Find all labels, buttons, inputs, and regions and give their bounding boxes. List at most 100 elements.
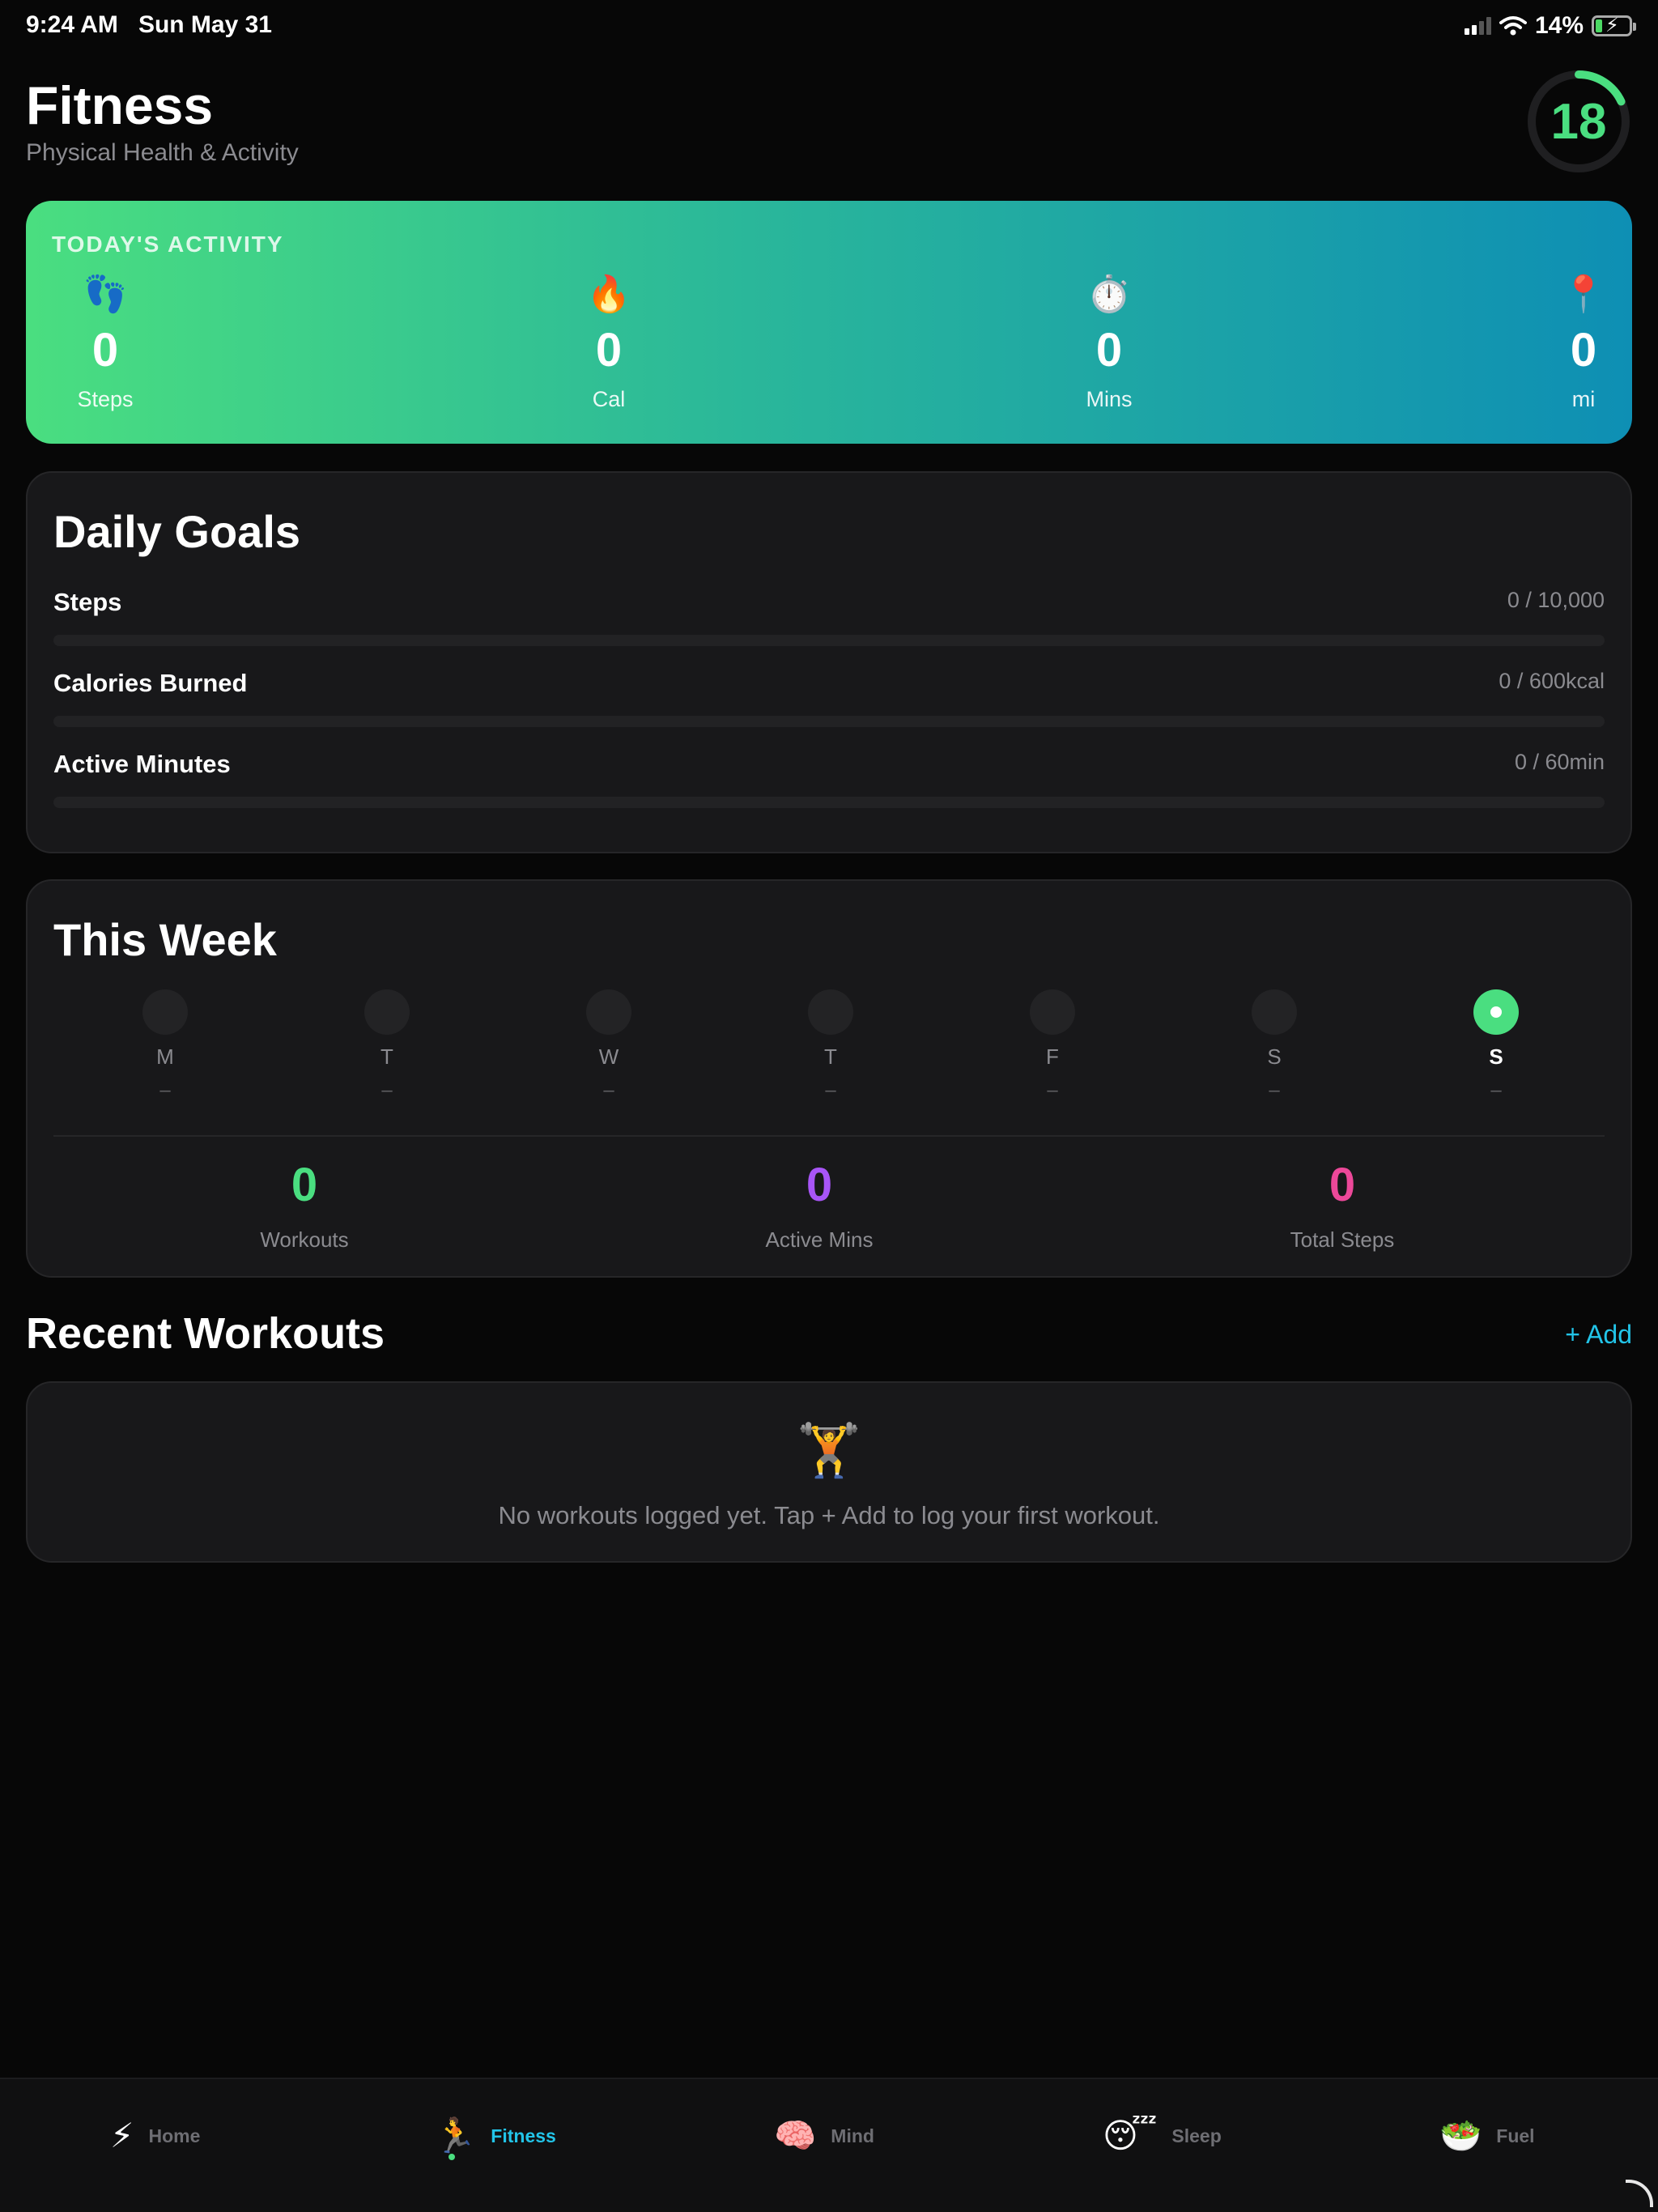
tab-home[interactable]: ⚡ Home: [110, 2112, 200, 2160]
stopwatch-icon: ⏱️: [1086, 274, 1132, 314]
lightning-icon: ⚡: [110, 2116, 134, 2155]
day-saturday[interactable]: S –: [1242, 989, 1307, 1102]
day-indicator: [364, 989, 410, 1035]
day-indicator: [808, 989, 853, 1035]
empty-state-text: No workouts logged yet. Tap + Add to log…: [498, 1501, 1160, 1529]
day-value: –: [825, 1079, 836, 1101]
status-indicators: 14% ⚡: [1464, 11, 1636, 40]
charging-bolt-icon: ⚡: [1605, 15, 1619, 36]
week-stat-label: Total Steps: [1290, 1227, 1395, 1252]
brain-icon: 🧠: [774, 2116, 817, 2155]
day-wednesday[interactable]: W –: [576, 989, 641, 1102]
day-label: S: [1267, 1044, 1282, 1069]
metric-value: 0: [595, 324, 623, 376]
status-clock: 9:24 AM: [26, 11, 118, 38]
battery-icon: ⚡: [1592, 15, 1636, 36]
day-value: –: [1047, 1079, 1058, 1101]
page-subtitle: Physical Health & Activity: [26, 139, 299, 166]
activity-heading: TODAY'S ACTIVITY: [52, 232, 284, 257]
day-value: –: [159, 1079, 171, 1101]
metric-value: 0: [1570, 324, 1597, 376]
day-label: T: [824, 1044, 837, 1069]
map-pin-icon: 📍: [1561, 274, 1606, 314]
cellular-signal-icon: [1464, 17, 1491, 35]
tab-mind[interactable]: 🧠 Mind: [774, 2112, 874, 2160]
footprints-icon: 👣: [83, 274, 128, 314]
week-stat-value: 0: [291, 1159, 318, 1211]
day-monday[interactable]: M –: [133, 989, 198, 1102]
daily-goals-title: Daily Goals: [53, 506, 301, 557]
salad-icon: 🥗: [1439, 2116, 1482, 2155]
active-tab-indicator: [449, 2154, 455, 2160]
tab-fitness[interactable]: 🏃 Fitness: [434, 2112, 556, 2160]
day-value: –: [603, 1079, 614, 1101]
daily-goals-card: Daily Goals Steps 0 / 10,000 Calories Bu…: [26, 471, 1632, 853]
day-indicator: [142, 989, 188, 1035]
metric-minutes: ⏱️ 0 Mins: [1044, 272, 1174, 412]
runner-icon: 🏃: [434, 2116, 477, 2155]
metric-distance: 📍 0 mi: [1519, 272, 1648, 412]
week-stat-total-steps: 0 Total Steps: [1180, 1156, 1504, 1253]
metric-steps: 👣 0 Steps: [40, 272, 170, 412]
day-friday[interactable]: F –: [1020, 989, 1085, 1102]
goal-value-active-minutes: 0 / 60min: [1514, 750, 1605, 774]
tab-sleep[interactable]: 😴 Sleep: [1103, 2112, 1222, 2160]
fitness-score-value: 18: [1550, 93, 1607, 150]
todays-activity-card: TODAY'S ACTIVITY 👣 0 Steps 🔥 0 Cal ⏱️ 0 …: [26, 201, 1632, 444]
tab-fuel[interactable]: 🥗 Fuel: [1439, 2112, 1535, 2160]
day-label: F: [1046, 1044, 1059, 1069]
status-date: Sun May 31: [138, 11, 272, 38]
goal-progress-bar-steps: [53, 635, 1605, 646]
day-thursday[interactable]: T –: [798, 989, 863, 1102]
wifi-icon: [1499, 16, 1527, 36]
tab-label: Fuel: [1496, 2125, 1535, 2146]
this-week-title: This Week: [53, 914, 277, 965]
day-indicator: [1030, 989, 1075, 1035]
goal-progress-bar-calories: [53, 716, 1605, 727]
tab-label: Mind: [831, 2125, 874, 2146]
week-divider: [53, 1135, 1605, 1137]
metric-label: Cal: [592, 387, 626, 411]
goal-label-calories: Calories Burned: [53, 669, 248, 697]
day-value: –: [381, 1079, 393, 1101]
goal-label-active-minutes: Active Minutes: [53, 750, 231, 778]
week-stat-workouts: 0 Workouts: [142, 1156, 466, 1253]
week-stat-value: 0: [806, 1159, 833, 1211]
tab-label: Fitness: [491, 2125, 556, 2146]
day-indicator-today: [1473, 989, 1519, 1035]
goal-value-calories: 0 / 600kcal: [1499, 669, 1605, 693]
day-indicator: [1252, 989, 1297, 1035]
this-week-card: This Week M – T – W – T – F – S – S – 0 …: [26, 879, 1632, 1278]
day-indicator: [586, 989, 631, 1035]
metric-calories: 🔥 0 Cal: [544, 272, 674, 412]
metric-label: Mins: [1086, 387, 1133, 411]
fitness-score-ring[interactable]: 18: [1525, 68, 1632, 175]
day-value: –: [1490, 1079, 1502, 1101]
status-time: 9:24 AM Sun May 31: [26, 11, 272, 39]
metric-value: 0: [91, 324, 119, 376]
status-bar: 9:24 AM Sun May 31 14% ⚡: [0, 0, 1658, 52]
tab-bar: ⚡ Home 🏃 Fitness 🧠 Mind 😴 Sleep 🥗 Fuel: [0, 2078, 1658, 2212]
metric-label: Steps: [77, 387, 134, 411]
page-title: Fitness: [26, 75, 214, 135]
weightlifter-icon: 🏋️: [797, 1421, 861, 1479]
day-value: –: [1269, 1079, 1280, 1101]
day-label: M: [156, 1044, 174, 1069]
tab-label: Sleep: [1171, 2125, 1222, 2146]
week-stat-label: Workouts: [260, 1227, 349, 1252]
day-label: S: [1489, 1044, 1503, 1069]
tab-label: Home: [148, 2125, 201, 2146]
week-stat-active-mins: 0 Active Mins: [657, 1156, 981, 1253]
sleeping-face-icon: 😴: [1103, 2116, 1158, 2155]
week-stat-value: 0: [1329, 1159, 1356, 1211]
fire-icon: 🔥: [586, 274, 631, 314]
battery-percent: 14%: [1534, 12, 1584, 39]
goal-value-steps: 0 / 10,000: [1507, 588, 1605, 612]
goal-progress-bar-active-minutes: [53, 797, 1605, 808]
day-tuesday[interactable]: T –: [355, 989, 419, 1102]
day-sunday-today[interactable]: S –: [1464, 989, 1528, 1102]
add-workout-button[interactable]: + Add: [1565, 1320, 1632, 1350]
metric-label: mi: [1571, 387, 1596, 411]
goal-label-steps: Steps: [53, 588, 122, 616]
recent-workouts-empty-card: 🏋️ No workouts logged yet. Tap + Add to …: [26, 1381, 1632, 1563]
